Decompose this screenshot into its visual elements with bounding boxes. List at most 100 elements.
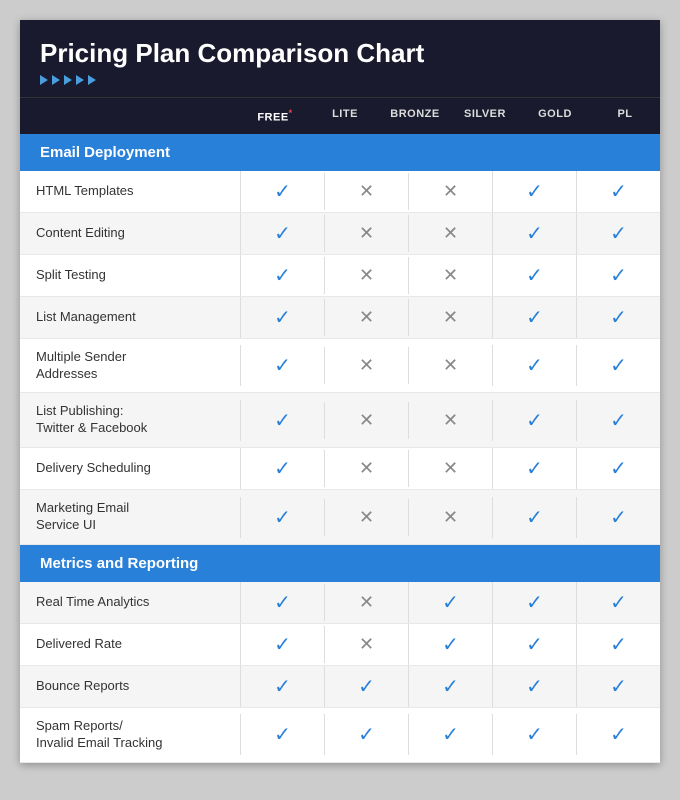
- value-cell-bronze: ✕: [408, 257, 492, 294]
- cross-icon: ✕: [359, 634, 374, 654]
- value-cell-free: ✓: [240, 624, 324, 665]
- check-icon: ✓: [442, 634, 459, 656]
- feature-label: Split Testing: [20, 257, 240, 294]
- pricing-card: Pricing Plan Comparison Chart FREE* LITE…: [20, 20, 660, 763]
- check-icon: ✓: [526, 265, 543, 287]
- check-icon: ✓: [274, 223, 291, 245]
- value-cell-lite: ✓: [324, 714, 408, 755]
- value-cell-free: ✓: [240, 666, 324, 707]
- cross-icon: ✕: [443, 181, 458, 201]
- col-pl: PL: [590, 98, 660, 134]
- check-icon: ✓: [358, 724, 375, 746]
- value-cell-bronze: ✓: [408, 666, 492, 707]
- value-cell-silver: ✓: [492, 497, 576, 538]
- column-headers: FREE* LITE BRONZE SILVER GOLD PL: [20, 97, 660, 134]
- feature-label: Marketing Email Service UI: [20, 490, 240, 544]
- feature-label: Spam Reports/ Invalid Email Tracking: [20, 708, 240, 762]
- cross-icon: ✕: [359, 223, 374, 243]
- value-cell-lite: ✓: [324, 666, 408, 707]
- check-icon: ✓: [274, 265, 291, 287]
- check-icon: ✓: [526, 724, 543, 746]
- check-icon: ✓: [274, 355, 291, 377]
- value-cell-gold: ✓: [576, 582, 660, 623]
- value-cell-free: ✓: [240, 345, 324, 386]
- value-cell-free: ✓: [240, 171, 324, 212]
- check-icon: ✓: [274, 676, 291, 698]
- cross-icon: ✕: [359, 592, 374, 612]
- value-cell-gold: ✓: [576, 624, 660, 665]
- feature-label: List Management: [20, 299, 240, 336]
- check-icon: ✓: [274, 410, 291, 432]
- value-cell-gold: ✓: [576, 448, 660, 489]
- table-row: Real Time Analytics✓✕✓✓✓: [20, 582, 660, 624]
- value-cell-lite: ✕: [324, 402, 408, 439]
- value-cell-bronze: ✕: [408, 173, 492, 210]
- check-icon: ✓: [442, 592, 459, 614]
- feature-label: Content Editing: [20, 215, 240, 252]
- cross-icon: ✕: [359, 355, 374, 375]
- check-icon: ✓: [610, 307, 627, 329]
- check-icon: ✓: [358, 676, 375, 698]
- check-icon: ✓: [610, 634, 627, 656]
- col-gold: GOLD: [520, 98, 590, 134]
- value-cell-gold: ✓: [576, 213, 660, 254]
- check-icon: ✓: [610, 592, 627, 614]
- col-free: FREE*: [240, 98, 310, 134]
- value-cell-silver: ✓: [492, 582, 576, 623]
- check-icon: ✓: [274, 592, 291, 614]
- value-cell-bronze: ✕: [408, 450, 492, 487]
- value-cell-free: ✓: [240, 400, 324, 441]
- check-icon: ✓: [610, 724, 627, 746]
- check-icon: ✓: [526, 676, 543, 698]
- section-header-metrics-reporting: Metrics and Reporting: [20, 545, 660, 582]
- value-cell-gold: ✓: [576, 297, 660, 338]
- section-header-email-deployment: Email Deployment: [20, 134, 660, 171]
- table-row: Bounce Reports ✓ ✓ ✓ ✓ ✓: [20, 666, 660, 708]
- value-cell-lite: ✕: [324, 450, 408, 487]
- arrow-icon: [52, 75, 60, 85]
- table-row: Split Testing ✓ ✕ ✕ ✓ ✓: [20, 255, 660, 297]
- table-row: Multiple Sender Addresses✓✕✕✓✓: [20, 339, 660, 394]
- value-cell-bronze: ✓: [408, 714, 492, 755]
- arrow-icon: [40, 75, 48, 85]
- check-icon: ✓: [274, 507, 291, 529]
- cross-icon: ✕: [443, 507, 458, 527]
- check-icon: ✓: [526, 355, 543, 377]
- arrow-icon: [64, 75, 72, 85]
- feature-label: Delivered Rate: [20, 626, 240, 663]
- check-icon: ✓: [610, 676, 627, 698]
- check-icon: ✓: [610, 355, 627, 377]
- value-cell-silver: ✓: [492, 666, 576, 707]
- feature-label: HTML Templates: [20, 173, 240, 210]
- value-cell-free: ✓: [240, 582, 324, 623]
- table-row: HTML Templates✓✕✕✓✓: [20, 171, 660, 213]
- check-icon: ✓: [526, 592, 543, 614]
- value-cell-bronze: ✕: [408, 499, 492, 536]
- value-cell-gold: ✓: [576, 171, 660, 212]
- value-cell-lite: ✕: [324, 299, 408, 336]
- value-cell-lite: ✕: [324, 215, 408, 252]
- check-icon: ✓: [526, 507, 543, 529]
- page-title: Pricing Plan Comparison Chart: [40, 38, 640, 69]
- table-row: Marketing Email Service UI ✓ ✕ ✕ ✓ ✓: [20, 490, 660, 545]
- value-cell-bronze: ✕: [408, 402, 492, 439]
- sections-container: Email DeploymentHTML Templates✓✕✕✓✓Conte…: [20, 134, 660, 763]
- value-cell-lite: ✕: [324, 257, 408, 294]
- feature-label: Bounce Reports: [20, 668, 240, 705]
- check-icon: ✓: [610, 223, 627, 245]
- cross-icon: ✕: [443, 265, 458, 285]
- col-lite: LITE: [310, 98, 380, 134]
- feature-col-header: [20, 98, 240, 134]
- header: Pricing Plan Comparison Chart: [20, 20, 660, 97]
- value-cell-gold: ✓: [576, 255, 660, 296]
- value-cell-free: ✓: [240, 497, 324, 538]
- check-icon: ✓: [274, 181, 291, 203]
- arrow-icon: [88, 75, 96, 85]
- table-row: Spam Reports/ Invalid Email Tracking ✓ ✓ ✓ ✓…: [20, 708, 660, 763]
- cross-icon: ✕: [443, 458, 458, 478]
- value-cell-gold: ✓: [576, 497, 660, 538]
- cross-icon: ✕: [359, 507, 374, 527]
- check-icon: ✓: [526, 458, 543, 480]
- value-cell-free: ✓: [240, 297, 324, 338]
- check-icon: ✓: [274, 458, 291, 480]
